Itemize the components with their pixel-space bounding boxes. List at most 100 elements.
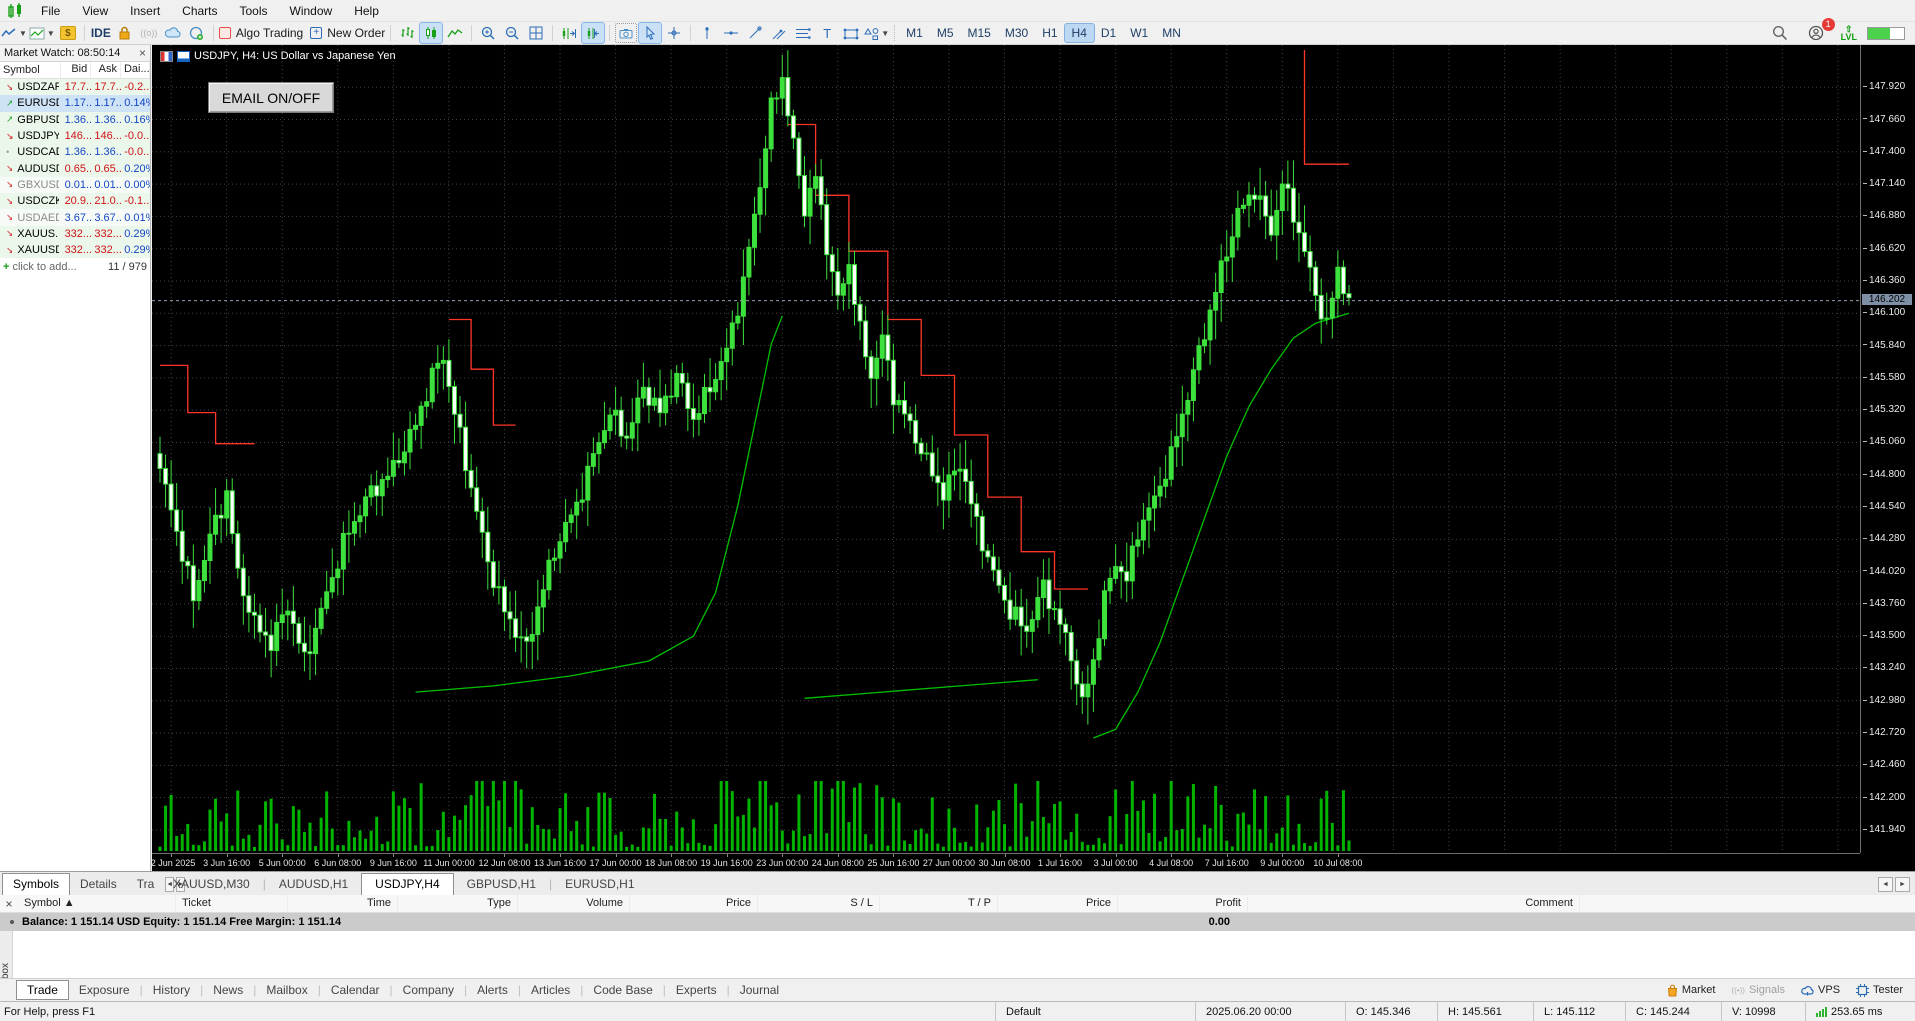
market-watch-row-usdczk[interactable]: ↘USDCZK20.9...21.0...-0.1... (0, 193, 150, 210)
toolbox-tab-calendar[interactable]: Calendar (321, 981, 390, 999)
bar-chart-icon[interactable] (396, 23, 418, 43)
algo-trading-button[interactable]: Algo Trading (218, 23, 303, 43)
email-on-off-button[interactable]: EMAIL ON/OFF (208, 82, 334, 113)
toolbox-column-type[interactable]: Type (398, 895, 518, 912)
market-watch-row-xauus[interactable]: ↘XAUUS...332...332...0.29% (0, 225, 150, 242)
market-watch-row-usdaed[interactable]: ↘USDAED3.67...3.67...0.01% (0, 209, 150, 226)
community-icon[interactable] (186, 23, 208, 43)
toolbox-tab-exposure[interactable]: Exposure (69, 981, 140, 999)
market-watch-row-audusd[interactable]: ↘AUDUSD0.65...0.65...0.20% (0, 160, 150, 177)
timeframe-h4[interactable]: H4 (1063, 23, 1095, 43)
timeframe-m1[interactable]: M1 (899, 24, 930, 42)
candlestick-chart-icon[interactable] (419, 22, 444, 44)
search-icon[interactable] (1769, 23, 1791, 43)
toolbox-tab-trade[interactable]: Trade (16, 980, 69, 1000)
toolbox-tab-mailbox[interactable]: Mailbox (256, 981, 317, 999)
toolbox-column-ticket[interactable]: Ticket (176, 895, 288, 912)
market-watch-row-xauusd[interactable]: ↘XAUUSD332...332...0.29% (0, 241, 150, 259)
auto-scroll-icon[interactable] (581, 22, 606, 44)
cloud-icon[interactable] (162, 23, 184, 43)
toolbox-column-price[interactable]: Price (630, 895, 758, 912)
timeframe-m15[interactable]: M15 (961, 24, 998, 42)
user-notifications-icon[interactable]: 1 (1806, 18, 1835, 43)
market-watch-row-gbpusd[interactable]: ↗GBPUSD1.36...1.36...0.16% (0, 111, 150, 128)
price-axis[interactable]: 146.202 147.920 147.660 147.400 147.140 146.… (1860, 45, 1915, 871)
chart-tab-usdjpy-h4[interactable]: USDJPY,H4 (361, 873, 454, 895)
toolbox-column-tp[interactable]: T / P (880, 895, 998, 912)
market-item[interactable]: Market (1667, 984, 1715, 997)
timeframe-m30[interactable]: M30 (998, 24, 1035, 42)
toolbox-column-comment[interactable]: Comment (1248, 895, 1580, 912)
trendline-icon[interactable] (744, 23, 766, 43)
menu-insert[interactable]: Insert (119, 2, 171, 20)
toolbox-tab-journal[interactable]: Journal (730, 981, 789, 999)
lock-icon[interactable] (114, 23, 136, 43)
toolbox-column-profit[interactable]: Profit (1118, 895, 1248, 912)
timeframe-m5[interactable]: M5 (930, 24, 961, 42)
timeframe-w1[interactable]: W1 (1123, 24, 1155, 42)
toolbox-column-price2[interactable]: Price (998, 895, 1118, 912)
cursor-icon[interactable] (638, 22, 663, 44)
toolbox-tab-code-base[interactable]: Code Base (583, 981, 662, 999)
timeframe-mn[interactable]: MN (1155, 24, 1188, 42)
toolbox-tab-articles[interactable]: Articles (521, 981, 580, 999)
menu-tools[interactable]: Tools (229, 2, 279, 20)
zoom-out-icon[interactable] (501, 23, 523, 43)
market-watch-row-eurusd[interactable]: ↗EURUSD1.17...1.17...0.14% (0, 95, 150, 112)
zoom-in-icon[interactable] (477, 23, 499, 43)
chart-profile-icon[interactable]: ▼ (1, 23, 27, 43)
toolbox-column-volume[interactable]: Volume (518, 895, 630, 912)
vertical-line-icon[interactable] (696, 23, 718, 43)
time-axis[interactable]: 2 Jun 2025 3 Jun 16:00 5 Jun 00:00 6 Jun 08… (151, 853, 1860, 871)
toolbox-tab-company[interactable]: Company (393, 981, 464, 999)
market-watch-tab-details[interactable]: Details (70, 874, 127, 895)
screenshot-icon[interactable] (615, 23, 638, 43)
chart-plot-area[interactable]: USDJPY, H4: US Dollar vs Japanese Yen EM… (152, 45, 1860, 853)
chart-tab-eurusd-h1[interactable]: EURUSD,H1 (552, 874, 647, 895)
channel-icon[interactable] (768, 23, 790, 43)
market-watch-add-row[interactable]: + click to add... 11 / 979 (0, 258, 150, 275)
vps-item[interactable]: VPS (1801, 984, 1840, 996)
market-watch-tab-symbols[interactable]: Symbols (2, 873, 71, 895)
toolbox-column-time[interactable]: Time (288, 895, 398, 912)
line-chart-icon[interactable] (444, 23, 466, 43)
menu-window[interactable]: Window (279, 2, 344, 20)
market-watch-row-usdjpy[interactable]: ↘USDJPY146....146....-0.0... (0, 127, 150, 145)
shift-end-icon[interactable] (558, 23, 580, 43)
fibonacci-icon[interactable] (792, 23, 814, 43)
chart-tab-gbpusd-h1[interactable]: GBPUSD,H1 (454, 874, 549, 895)
chart-tabs-scroll-left-icon[interactable]: ◄ (1878, 877, 1893, 892)
shapes-icon[interactable] (840, 23, 862, 43)
signals-item[interactable]: ((•)) Signals (1731, 984, 1785, 996)
crosshair-icon[interactable] (663, 23, 685, 43)
market-watch-close-icon[interactable]: × (139, 46, 146, 60)
toolbox-column-sl[interactable]: S / L (758, 895, 880, 912)
lvl-indicator[interactable]: ⇧ LVL (1841, 25, 1857, 42)
chart-tab-xauusd-m30[interactable]: XAUUSD,M30 (160, 874, 263, 895)
new-order-button[interactable]: + New Order (310, 23, 385, 43)
toolbox-tab-alerts[interactable]: Alerts (467, 981, 518, 999)
market-watch-tab-tra[interactable]: Tra (127, 874, 165, 895)
market-watch-row-usdcad[interactable]: •USDCAD1.36...1.36...-0.0... (0, 144, 150, 161)
horizontal-line-icon[interactable] (720, 23, 742, 43)
text-icon[interactable]: T (816, 23, 838, 43)
market-watch-row-usdzar[interactable]: ↘USDZAR17.7...17.7...-0.2... (0, 79, 150, 96)
toolbox-column-symbol[interactable]: Symbol ▲ (18, 895, 176, 912)
toolbox-close-icon[interactable]: × (0, 897, 18, 911)
arrows-icon[interactable]: ▼ (864, 23, 889, 43)
tester-item[interactable]: Tester (1856, 983, 1903, 997)
timeframe-h1[interactable]: H1 (1035, 24, 1064, 42)
chart-tab-audusd-h1[interactable]: AUDUSD,H1 (266, 874, 361, 895)
timeframe-d1[interactable]: D1 (1094, 24, 1123, 42)
toolbox-tab-news[interactable]: News (203, 981, 253, 999)
dollar-icon[interactable]: $ (57, 23, 79, 43)
grid-icon[interactable] (525, 23, 547, 43)
toolbox-tab-history[interactable]: History (143, 981, 200, 999)
menu-charts[interactable]: Charts (171, 2, 228, 20)
toolbox-tab-experts[interactable]: Experts (666, 981, 727, 999)
indicators-icon[interactable]: ▼ (29, 23, 55, 43)
balance-row[interactable]: Balance: 1 151.14 USD Equity: 1 151.14 F… (0, 913, 1915, 931)
chart-tabs-scroll-right-icon[interactable]: ► (1895, 877, 1910, 892)
menu-help[interactable]: Help (343, 2, 390, 20)
ide-button[interactable]: IDE (90, 23, 112, 43)
